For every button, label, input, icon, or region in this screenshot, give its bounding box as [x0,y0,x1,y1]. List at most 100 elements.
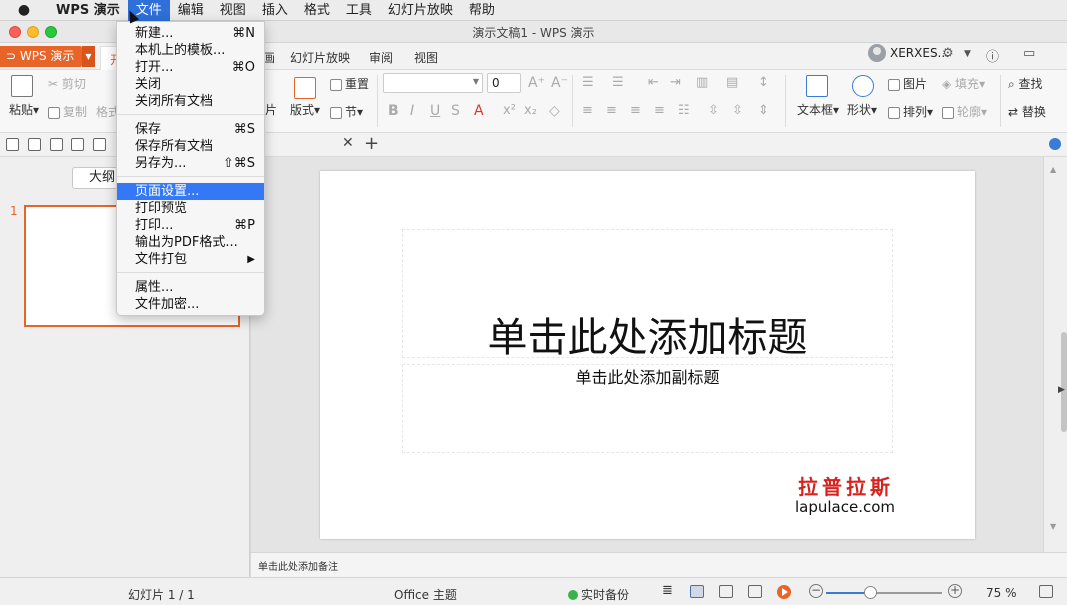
bullet-list-icon[interactable]: ☰ [582,75,594,90]
menu-item-open[interactable]: 打开... ⌘O [117,59,264,76]
menu-insert[interactable]: 插入 [254,0,296,21]
menu-item-save[interactable]: 保存 ⌘S [117,121,264,138]
pdf-icon[interactable] [50,138,63,151]
picture-button[interactable]: 图片 [888,75,927,92]
wps-app-button[interactable]: ⊃ WPS 演示 [0,46,82,67]
menu-format[interactable]: 格式 [296,0,338,21]
menu-item-print-preview[interactable]: 打印预览 [117,200,264,217]
italic-icon[interactable]: I [410,103,414,119]
align-left-icon[interactable]: ≡ [582,103,593,118]
zoom-slider-knob[interactable] [864,586,878,599]
slide-title-text[interactable]: 单击此处添加标题 [402,305,893,363]
zoom-out-icon[interactable]: − [809,584,823,598]
shape-icon[interactable] [852,75,877,97]
font-size-select[interactable]: 0 [487,73,521,93]
menu-slideshow[interactable]: 幻灯片放映 [380,0,461,21]
play-slideshow-icon[interactable] [777,585,791,599]
slide-subtitle-text[interactable]: 单击此处添加副标题 [402,364,893,388]
normal-view-icon[interactable] [690,585,704,598]
feedback-icon[interactable]: ▭ [1023,46,1035,61]
tab-slideshow[interactable]: 幻灯片放映 [290,49,350,66]
find-button[interactable]: ⌕ 查找 [1008,75,1043,92]
align-center-icon[interactable]: ≡ [606,103,617,118]
slide-sorter-icon[interactable] [719,585,733,598]
scroll-down-icon[interactable]: ▼ [1050,522,1056,531]
tab-view[interactable]: 视图 [414,49,438,66]
spacing-before-icon[interactable]: ⇳ [708,103,719,118]
line-spacing-icon[interactable]: ↕ [758,75,769,90]
reading-view-icon[interactable] [748,585,762,598]
zoom-level[interactable]: 75 % [986,586,1017,600]
menu-item-save-as[interactable]: 另存为... ⇧⌘S [117,155,264,172]
menu-app-wps[interactable]: WPS 演示 [48,0,128,21]
picture-partial-label[interactable]: 片 [265,101,277,118]
menu-item-local-templates[interactable]: 本机上的模板... [117,42,264,59]
layout-icon[interactable] [294,77,319,99]
fit-window-icon[interactable] [1039,585,1053,598]
menu-item-print[interactable]: 打印... ⌘P [117,217,264,234]
wps-app-dropdown-button[interactable]: ▼ [82,46,95,67]
textbox-button[interactable]: 文本框▾ [797,101,839,118]
user-account[interactable]: XERXES... [868,44,949,62]
cut-button[interactable]: ✂ 剪切 [48,75,86,92]
section-button[interactable]: 节▾ [330,103,363,120]
superscript-icon[interactable]: x² [503,103,516,118]
arrange-button[interactable]: 排列▾ [888,103,933,120]
subscript-icon[interactable]: x₂ [524,103,537,118]
apple-icon[interactable]: ● [0,2,48,18]
print-icon[interactable] [71,138,84,151]
cloud-icon[interactable] [1049,138,1061,150]
save-icon[interactable] [28,138,41,151]
textbox-icon[interactable] [806,75,831,97]
zoom-in-icon[interactable]: + [948,584,962,598]
menu-item-properties[interactable]: 属性... [117,279,264,296]
live-backup[interactable]: 实时备份 [568,586,629,603]
increase-font-icon[interactable]: A⁺ [528,75,545,91]
copy-button[interactable]: 复制 [48,103,87,120]
font-color-icon[interactable]: A [474,103,484,119]
menu-item-new[interactable]: 新建... ⌘N [117,25,264,42]
menu-item-encrypt[interactable]: 文件加密... [117,296,264,313]
eraser-icon[interactable]: ◇ [549,103,560,119]
layout-button[interactable]: 版式▾ [290,101,320,118]
panel-expand-icon[interactable]: ▶ [1058,385,1065,395]
outline-button[interactable]: 轮廓▾ [942,103,987,120]
text-direction-icon[interactable]: ▥ [696,75,708,90]
outdent-icon[interactable]: ⇤ [648,75,659,90]
print-preview-icon[interactable] [93,138,106,151]
folder-icon[interactable] [6,138,19,151]
distribute-icon[interactable]: ☷ [678,103,690,118]
strikethrough-icon[interactable]: S [451,103,460,119]
menu-item-export-pdf[interactable]: 输出为PDF格式... [117,234,264,251]
gear-icon[interactable]: ⚙ [942,46,954,61]
scrollbar-thumb[interactable] [1061,332,1067,432]
notes-area[interactable]: 单击此处添加备注 [251,552,1067,577]
notes-toggle-icon[interactable]: ≣ [662,583,676,598]
menu-edit[interactable]: 编辑 [170,0,212,21]
vertical-scrollbar[interactable]: ▲ ▶ ▼ [1043,157,1067,552]
menu-item-close[interactable]: 关闭 [117,76,264,93]
paragraph-spacing-icon[interactable]: ⇕ [758,103,769,118]
menu-item-close-all[interactable]: 关闭所有文档 [117,93,264,110]
paste-icon[interactable] [11,75,36,97]
align-right-icon[interactable]: ≡ [630,103,641,118]
menu-item-package-file[interactable]: 文件打包 ▶ [117,251,264,268]
spacing-after-icon[interactable]: ⇳ [732,103,743,118]
menu-item-save-all[interactable]: 保存所有文档 [117,138,264,155]
underline-icon[interactable]: U [430,103,440,119]
shape-button[interactable]: 形状▾ [847,101,877,118]
font-family-select[interactable]: ▼ [383,73,483,93]
reset-button[interactable]: 重置 [330,75,369,92]
close-icon[interactable]: ✕ [342,135,354,151]
numbered-list-icon[interactable]: ☰ [612,75,624,90]
scroll-up-icon[interactable]: ▲ [1050,165,1056,174]
tab-review[interactable]: 审阅 [369,49,393,66]
bold-icon[interactable]: B [388,103,399,119]
replace-button[interactable]: ⇄ 替换 [1008,103,1046,120]
menu-help[interactable]: 帮助 [461,0,503,21]
chevron-down-icon[interactable]: ▼ [964,49,971,59]
align-text-icon[interactable]: ▤ [726,75,738,90]
menu-view[interactable]: 视图 [212,0,254,21]
decrease-font-icon[interactable]: A⁻ [551,75,568,91]
zoom-slider[interactable] [826,592,942,594]
